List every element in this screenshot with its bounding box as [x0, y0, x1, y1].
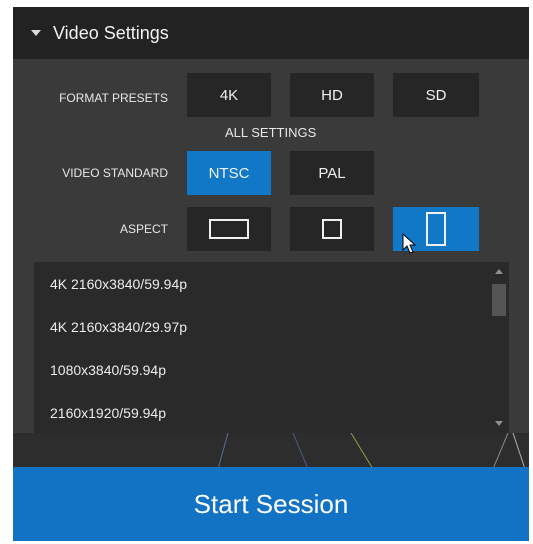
mouse-pointer-icon [402, 233, 416, 254]
scroll-thumb[interactable] [492, 284, 506, 316]
aspect-square-icon [322, 219, 342, 239]
all-settings-label: ALL SETTINGS [225, 125, 317, 140]
list-item[interactable]: 4K 2160x3840/59.94p [50, 276, 187, 292]
standard-pal-button[interactable]: PAL [290, 151, 374, 195]
panel-title: Video Settings [53, 22, 169, 43]
list-item[interactable]: 1080x3840/59.94p [50, 362, 166, 378]
preset-hd-button[interactable]: HD [290, 73, 374, 117]
aspect-square-button[interactable] [290, 207, 374, 251]
list-item[interactable]: 4K 2160x3840/29.97p [50, 319, 187, 335]
video-settings-panel: Video Settings FORMAT PRESETS 4K HD SD A… [13, 7, 529, 541]
scroll-down-arrow-icon[interactable] [495, 421, 503, 426]
list-scrollbar[interactable] [489, 262, 509, 433]
collapse-caret-icon[interactable] [31, 30, 41, 36]
start-session-button[interactable]: Start Session [13, 467, 529, 541]
resolution-list[interactable]: 4K 2160x3840/59.94p 4K 2160x3840/29.97p … [34, 262, 509, 433]
aspect-tall-icon [426, 212, 446, 246]
aspect-wide-icon [209, 219, 249, 239]
format-presets-label: FORMAT PRESETS [59, 91, 168, 105]
preset-sd-button[interactable]: SD [393, 73, 479, 117]
panel-header[interactable]: Video Settings [13, 7, 529, 59]
standard-ntsc-button[interactable]: NTSC [187, 151, 271, 195]
background-preview [13, 432, 529, 470]
background-lines [217, 432, 526, 470]
video-standard-label: VIDEO STANDARD [62, 166, 168, 180]
aspect-label: ASPECT [119, 222, 168, 236]
preset-4k-button[interactable]: 4K [187, 73, 271, 117]
aspect-wide-button[interactable] [187, 207, 271, 251]
scroll-up-arrow-icon[interactable] [495, 269, 503, 274]
list-item[interactable]: 2160x1920/59.94p [50, 405, 166, 421]
